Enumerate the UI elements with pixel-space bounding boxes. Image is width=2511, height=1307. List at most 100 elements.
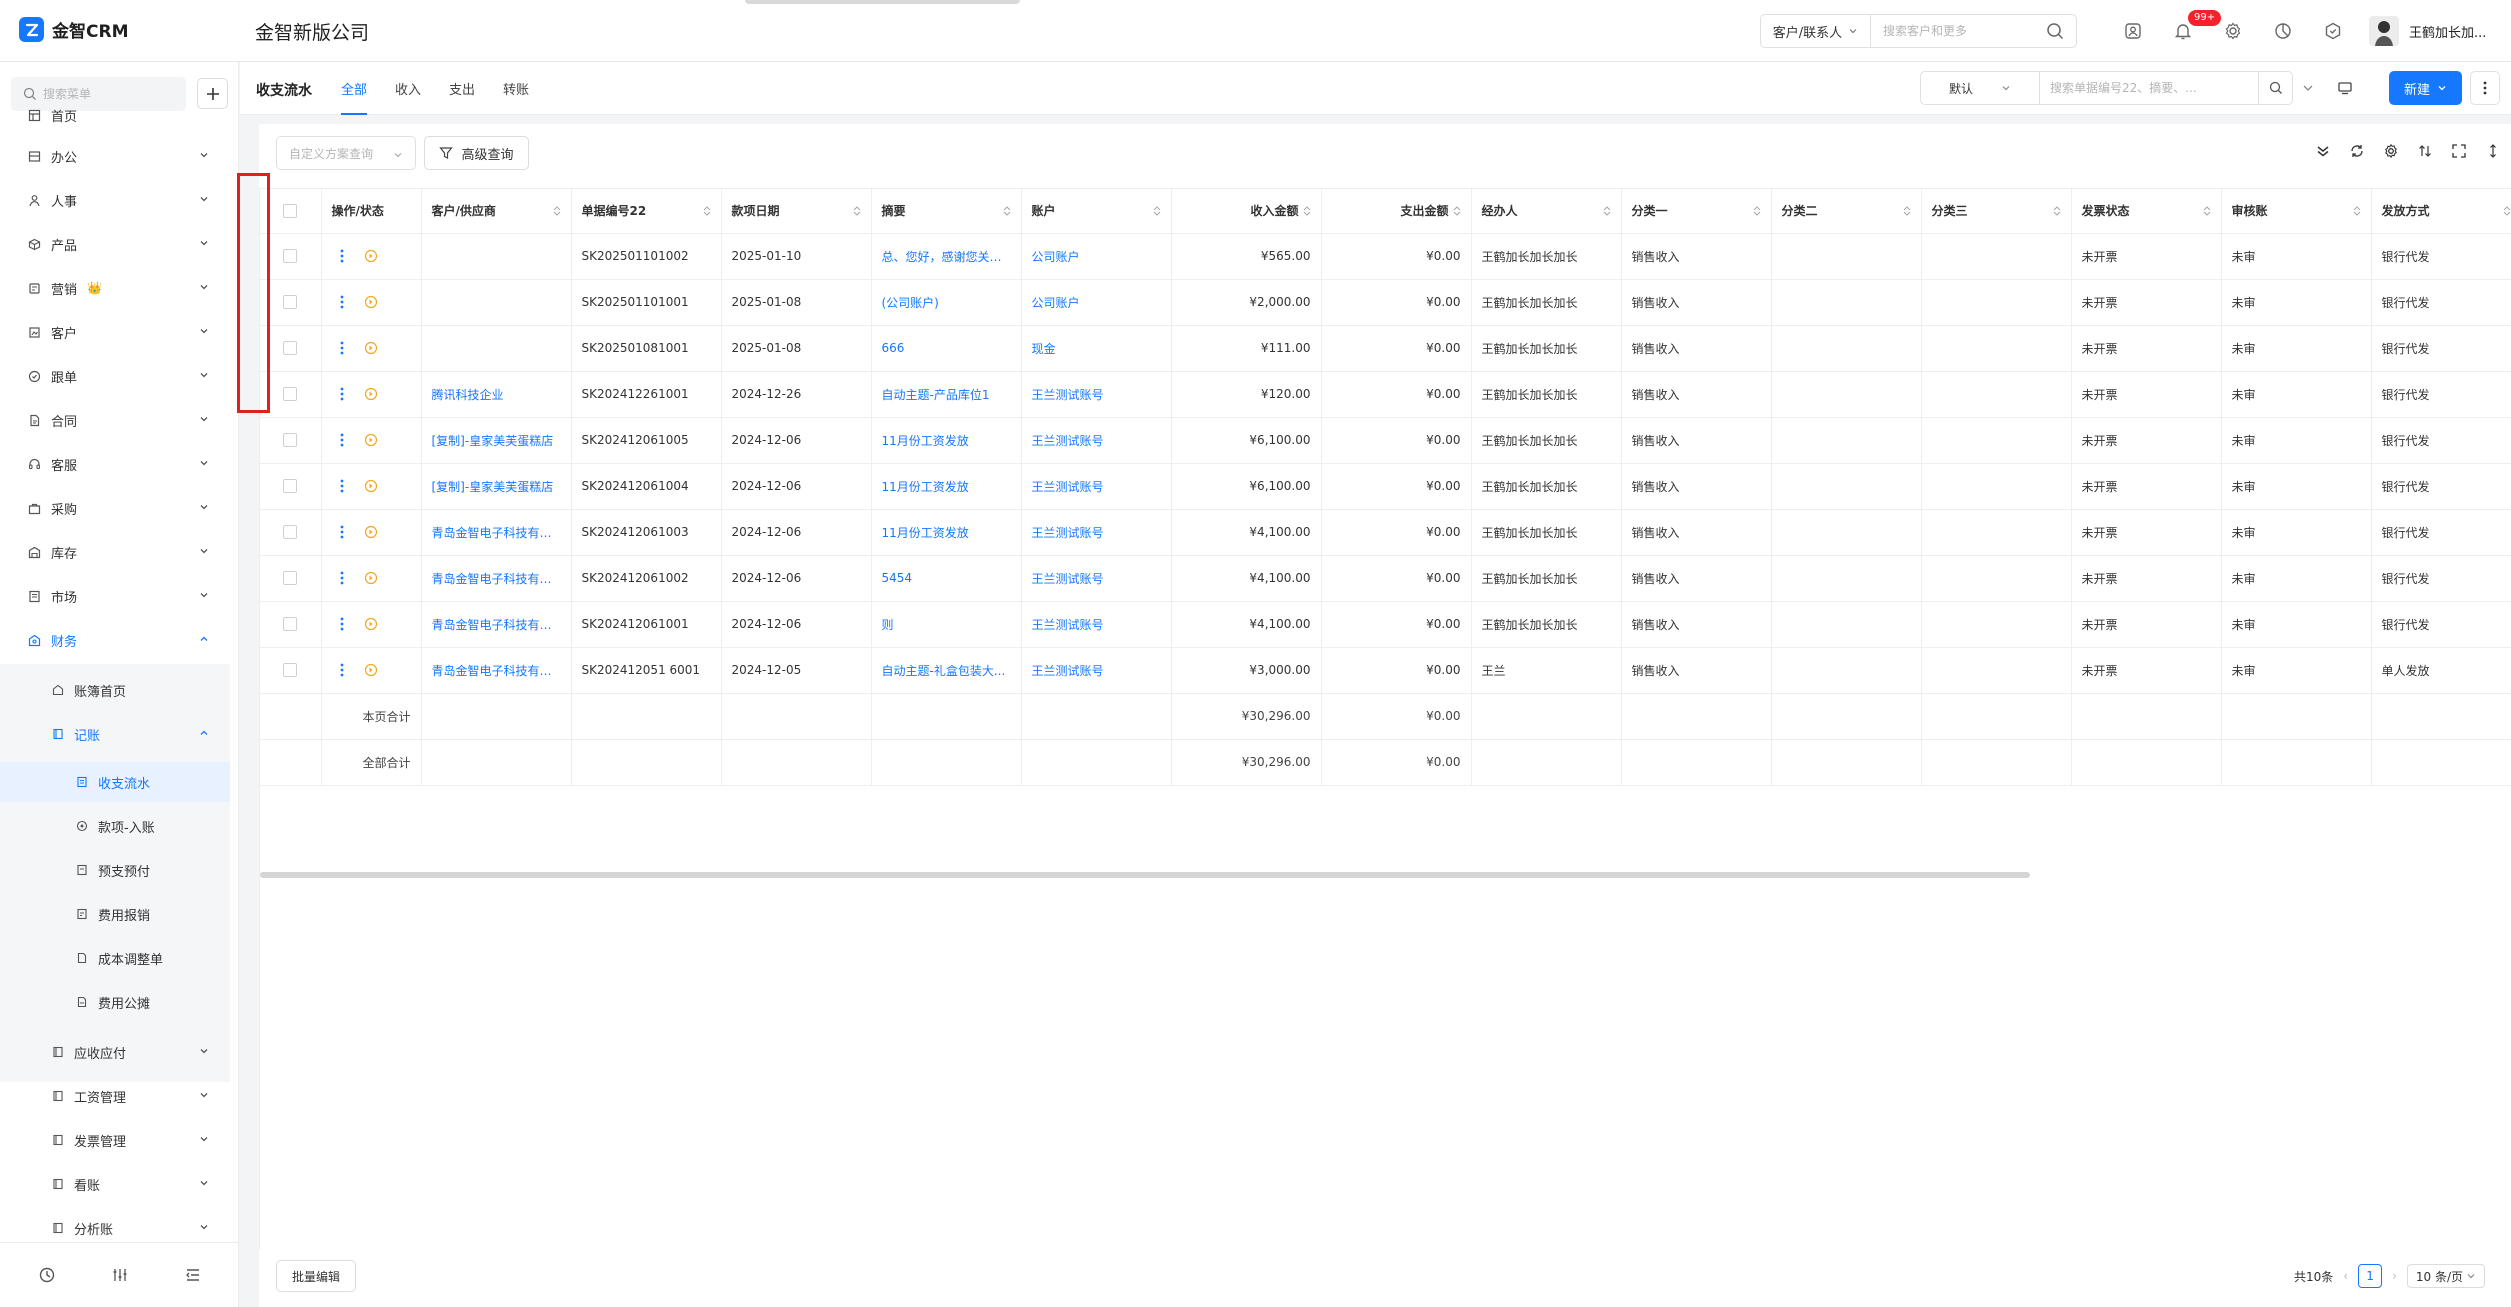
chart-pie-icon[interactable] <box>2270 18 2296 44</box>
row-select-cell[interactable] <box>260 601 322 648</box>
row-height-icon[interactable] <box>2482 140 2504 162</box>
table-row[interactable]: SK202501081001 2025-01-08 666 现金 ¥111.00 ¥0.0… <box>260 325 2511 372</box>
sidebar-item-salary[interactable]: 工资管理 <box>0 1076 239 1116</box>
row-checkbox[interactable] <box>283 387 298 402</box>
tab-expense[interactable]: 支出 <box>435 62 489 115</box>
sort-arrows-icon[interactable] <box>553 205 561 217</box>
row-select-cell[interactable] <box>260 509 322 556</box>
more-vertical-icon[interactable] <box>340 663 344 677</box>
column-header[interactable]: 经办人 <box>1471 189 1622 234</box>
row-select-cell[interactable] <box>260 555 322 602</box>
table-cell[interactable]: 青岛金智电子科技有限... <box>421 555 572 602</box>
more-vertical-icon[interactable] <box>340 341 344 355</box>
table-row[interactable]: 腾讯科技企业 SK202412261001 2024-12-26 自动主题-产品库位1… <box>260 371 2511 418</box>
sidebar-item-marketing[interactable]: 营销 👑 <box>0 268 239 308</box>
print-button[interactable] <box>2328 71 2362 105</box>
sort-arrows-icon[interactable] <box>1303 205 1311 217</box>
sort-arrows-icon[interactable] <box>1153 205 1161 217</box>
table-cell[interactable]: 公司账户 <box>1021 279 1172 326</box>
view-search-button[interactable] <box>2259 71 2293 105</box>
sort-arrows-icon[interactable] <box>1003 205 1011 217</box>
select-all-checkbox[interactable] <box>283 204 298 218</box>
column-header[interactable]: 发放方式 <box>2371 189 2511 234</box>
table-cell[interactable]: 王兰测试账号 <box>1021 509 1172 556</box>
sidebar-item-cost-share[interactable]: 费用公摊 <box>0 982 230 1022</box>
prev-page-icon[interactable]: ‹ <box>2343 1269 2348 1283</box>
sort-arrows-icon[interactable] <box>2353 205 2361 217</box>
custom-filter-select[interactable]: 自定义方案查询 <box>276 136 416 170</box>
row-select-cell[interactable] <box>260 325 322 372</box>
sidebar-item-bookkeeping[interactable]: 记账 <box>0 714 230 754</box>
table-cell[interactable]: 青岛金智电子科技有限... <box>421 647 572 694</box>
more-button[interactable] <box>2470 71 2500 105</box>
global-search-input[interactable] <box>1871 15 2046 47</box>
table-cell[interactable]: 王兰测试账号 <box>1021 417 1172 464</box>
row-checkbox[interactable] <box>283 663 298 678</box>
table-cell[interactable]: 王兰测试账号 <box>1021 601 1172 648</box>
more-vertical-icon[interactable] <box>340 479 344 493</box>
sort-arrows-icon[interactable] <box>1453 205 1461 217</box>
table-row[interactable]: 青岛金智电子科技有限... SK202412061003 2024-12-06 11月… <box>260 509 2511 556</box>
table-cell[interactable]: 自动主题-礼盒包装大... <box>871 647 1022 694</box>
sidebar-item-inventory[interactable]: 库存 <box>0 532 239 572</box>
row-select-cell[interactable] <box>260 417 322 464</box>
more-vertical-icon[interactable] <box>340 525 344 539</box>
search-icon[interactable] <box>2046 22 2064 40</box>
table-cell[interactable]: 青岛金智电子科技有限... <box>421 601 572 648</box>
column-header[interactable]: 客户/供应商 <box>421 189 572 234</box>
sidebar-item-reimbursement[interactable]: 费用报销 <box>0 894 230 934</box>
table-row[interactable]: [复制]-皇家美芙蛋糕店 SK202412061005 2024-12-06 11月份… <box>260 417 2511 464</box>
table-row[interactable]: 青岛金智电子科技有限... SK202412051 6001 2024-12-05 自… <box>260 647 2511 694</box>
sidebar-item-finance[interactable]: 财务 <box>0 620 239 660</box>
more-vertical-icon[interactable] <box>340 571 344 585</box>
view-search-input[interactable] <box>2040 72 2258 104</box>
table-cell[interactable]: 青岛金智电子科技有限... <box>421 509 572 556</box>
menu-search-input[interactable] <box>43 87 183 101</box>
page-size-select[interactable]: 10 条/页 <box>2406 1264 2485 1288</box>
table-cell[interactable]: 王兰测试账号 <box>1021 463 1172 510</box>
sidebar-item-product[interactable]: 产品 <box>0 224 239 264</box>
search-scope-select[interactable]: 客户/联系人 <box>1761 15 1871 47</box>
sort-arrows-icon[interactable] <box>1753 205 1761 217</box>
sort-icon[interactable] <box>2414 140 2436 162</box>
sort-arrows-icon[interactable] <box>2503 205 2511 217</box>
table-cell[interactable] <box>421 325 572 372</box>
batch-edit-button[interactable]: 批量编辑 <box>276 1260 356 1292</box>
column-header[interactable]: 审核账 <box>2221 189 2372 234</box>
column-header[interactable]: 分类一 <box>1621 189 1772 234</box>
column-header[interactable]: 分类三 <box>1921 189 2072 234</box>
table-cell[interactable]: 总、您好，感谢您关注... <box>871 233 1022 280</box>
sidebar-item-contract[interactable]: 合同 <box>0 400 239 440</box>
page-number[interactable]: 1 <box>2358 1264 2383 1288</box>
column-header[interactable]: 支出金额 <box>1321 189 1472 234</box>
view-expand-button[interactable] <box>2302 82 2314 94</box>
table-cell[interactable]: 11月份工资发放 <box>871 463 1022 510</box>
bell-icon[interactable]: 99+ <box>2170 10 2222 44</box>
row-select-cell[interactable] <box>260 233 322 280</box>
tab-all[interactable]: 全部 <box>327 62 381 115</box>
collapse-menu-icon[interactable] <box>184 1266 202 1284</box>
sidebar-item-customer[interactable]: 客户 <box>0 312 239 352</box>
hexagon-icon[interactable] <box>2320 18 2346 44</box>
table-cell[interactable]: 王兰测试账号 <box>1021 647 1172 694</box>
table-cell[interactable]: 腾讯科技企业 <box>421 371 572 418</box>
contacts-icon[interactable] <box>2120 18 2146 44</box>
table-cell[interactable] <box>421 233 572 280</box>
sidebar-item-view-ledger[interactable]: 看账 <box>0 1164 239 1204</box>
table-cell[interactable]: 王兰测试账号 <box>1021 371 1172 418</box>
sidebar-item-office[interactable]: 办公 <box>0 136 239 176</box>
sidebar-item-market[interactable]: 市场 <box>0 576 239 616</box>
app-logo[interactable]: 金智CRM <box>19 17 128 42</box>
table-cell[interactable]: 自动主题-产品库位1 <box>871 371 1022 418</box>
column-header[interactable]: 收入金额 <box>1171 189 1322 234</box>
sidebar-item-payment-entry[interactable]: 款项-入账 <box>0 806 230 846</box>
column-header[interactable]: 摘要 <box>871 189 1022 234</box>
table-row[interactable]: 青岛金智电子科技有限... SK202412061001 2024-12-06 则王兰… <box>260 601 2511 648</box>
column-header[interactable]: 账户 <box>1021 189 1172 234</box>
sliders-icon[interactable] <box>111 1266 129 1284</box>
table-row[interactable]: 青岛金智电子科技有限... SK202412061002 2024-12-06 545… <box>260 555 2511 602</box>
gear-icon[interactable] <box>2220 18 2246 44</box>
next-page-icon[interactable]: › <box>2392 1269 2397 1283</box>
sidebar-item-cost-adjust[interactable]: 成本调整单 <box>0 938 230 978</box>
history-icon[interactable] <box>38 1266 56 1284</box>
